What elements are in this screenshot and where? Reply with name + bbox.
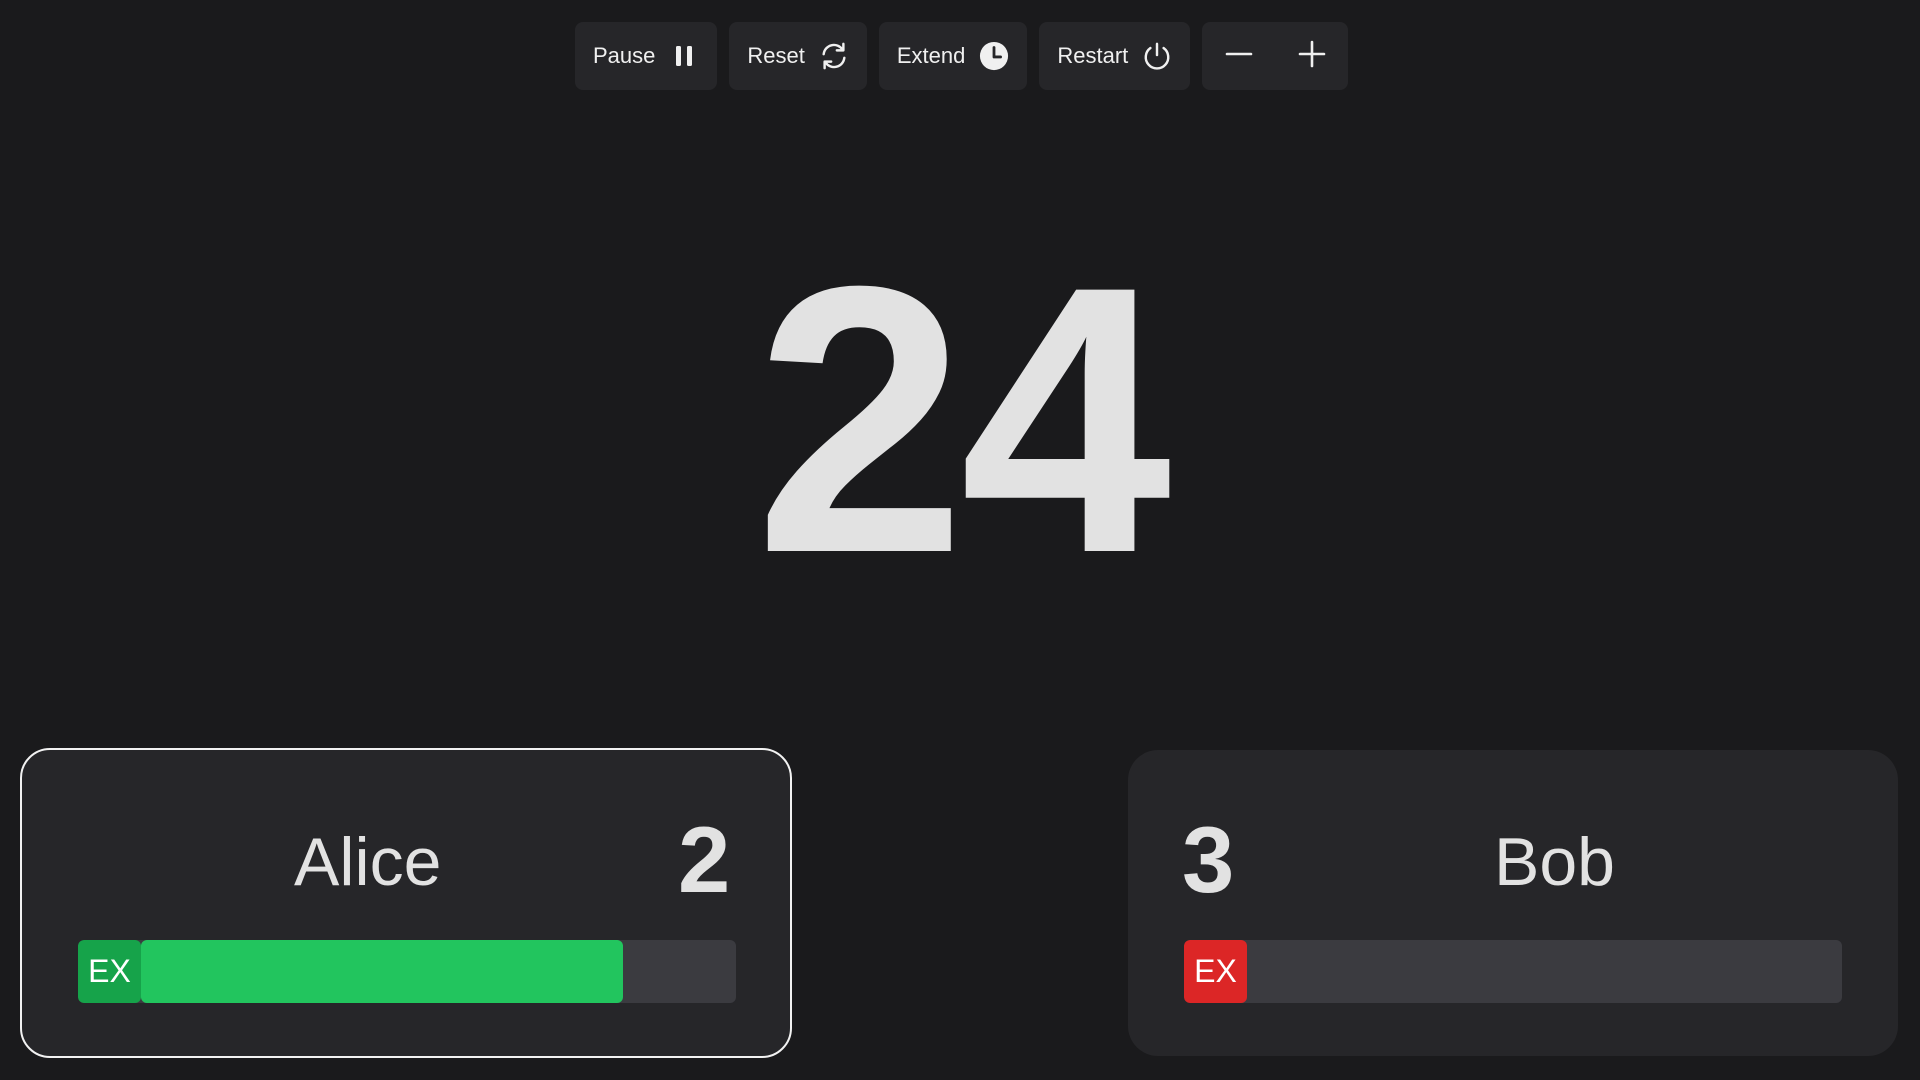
zoom-controls — [1202, 22, 1349, 90]
power-icon — [1142, 41, 1172, 71]
extension-bar: EX — [1184, 940, 1842, 1003]
restart-label: Restart — [1057, 43, 1129, 68]
player-score: 3 — [1182, 807, 1235, 912]
player-name: Bob — [1494, 824, 1615, 900]
player-name: Alice — [294, 824, 442, 900]
pause-button[interactable]: Pause — [575, 22, 718, 90]
refresh-icon — [819, 41, 849, 71]
player-card-bob[interactable]: 3 Bob EX — [1128, 750, 1898, 1056]
extend-button[interactable]: Extend — [878, 22, 1028, 90]
pause-icon — [669, 41, 699, 71]
extension-bar: EX — [78, 940, 736, 1003]
timer-app: Pause Reset Extend Restart 24 Alice 2 EX… — [0, 0, 1920, 1080]
reset-label: Reset — [747, 43, 805, 68]
decrease-button[interactable] — [1202, 22, 1275, 90]
plus-icon — [1298, 40, 1326, 73]
extension-bar-fill — [141, 940, 623, 1003]
extend-label: Extend — [896, 43, 966, 68]
increase-button[interactable] — [1275, 22, 1348, 90]
clock-icon — [979, 41, 1009, 71]
player-card-alice[interactable]: Alice 2 EX — [20, 748, 792, 1058]
player-score: 2 — [678, 807, 731, 912]
reset-button[interactable]: Reset — [729, 22, 867, 90]
countdown-display: 24 — [754, 207, 1172, 632]
restart-button[interactable]: Restart — [1039, 22, 1191, 90]
toolbar: Pause Reset Extend Restart — [575, 22, 1349, 90]
extension-button[interactable]: EX — [78, 940, 141, 1003]
pause-label: Pause — [593, 43, 656, 68]
minus-icon — [1225, 40, 1253, 73]
extension-button[interactable]: EX — [1184, 940, 1247, 1003]
